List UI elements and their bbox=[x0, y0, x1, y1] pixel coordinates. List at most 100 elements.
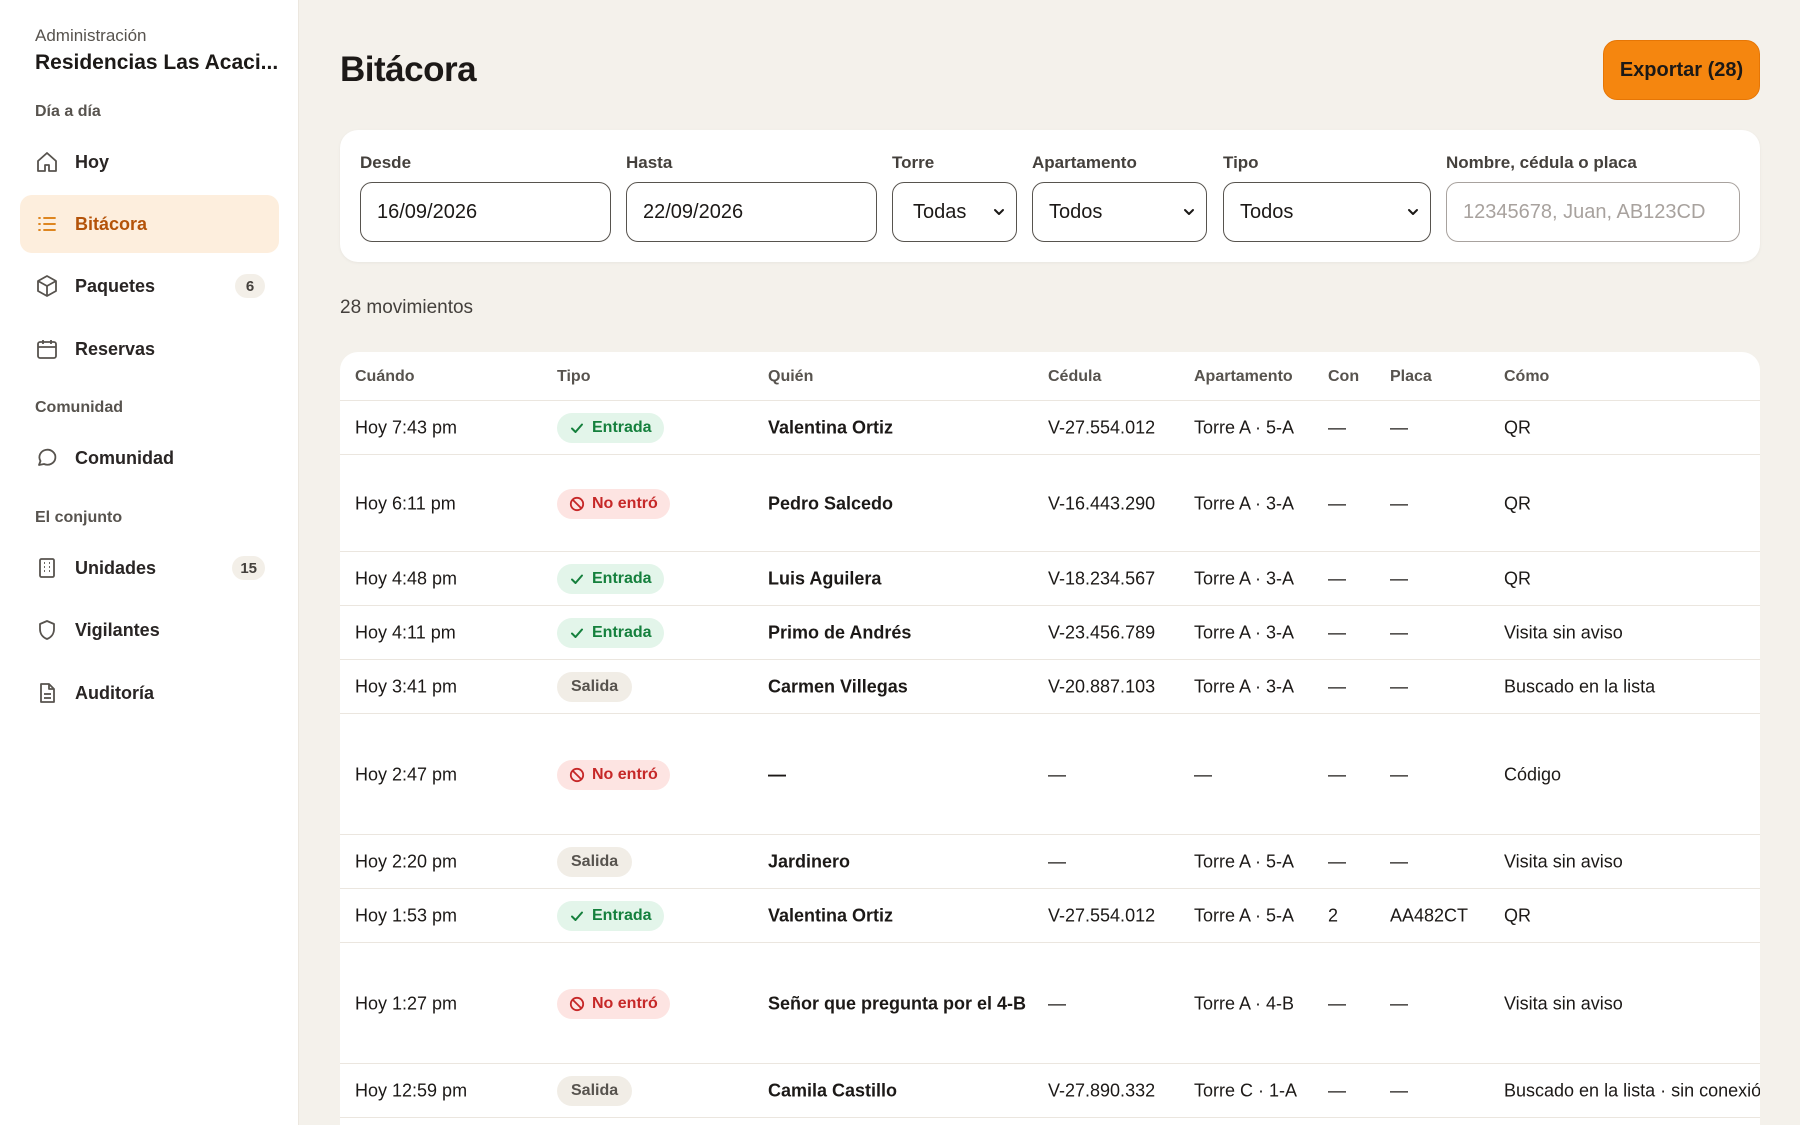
quien-cell: Luis Aguilera bbox=[768, 568, 882, 589]
tipo-badge: Entrada bbox=[557, 618, 664, 648]
results-count: 28 movimientos bbox=[340, 297, 474, 318]
prohibited-icon bbox=[569, 996, 585, 1011]
como-cell: QR bbox=[1504, 905, 1531, 926]
tipo-badge-label: Salida bbox=[571, 1082, 619, 1099]
chevron-down-icon bbox=[992, 205, 1006, 219]
column-header: Quién bbox=[768, 368, 814, 385]
busqueda-input[interactable]: 12345678, Juan, AB123CD bbox=[1446, 182, 1740, 242]
chevron-down-icon bbox=[1406, 205, 1420, 219]
como-cell: QR bbox=[1504, 417, 1531, 438]
con-cell: — bbox=[1328, 417, 1346, 438]
placa-cell: — bbox=[1390, 993, 1408, 1013]
tipo-badge-label: Entrada bbox=[592, 570, 652, 587]
busqueda-label: Nombre, cédula o placa bbox=[1446, 153, 1637, 172]
home-icon bbox=[35, 150, 59, 174]
table-row[interactable]: Hoy 2:47 pm — — — — — Código No entró bbox=[340, 714, 1760, 835]
torre-select[interactable]: Todas bbox=[892, 182, 1017, 242]
org-name[interactable]: Residencias Las Acaci... bbox=[35, 51, 278, 75]
export-button[interactable]: Exportar (28) bbox=[1603, 40, 1760, 100]
sidebar-item-hoy[interactable]: Hoy bbox=[20, 133, 279, 191]
desde-date-input[interactable]: 16/09/2026 bbox=[360, 182, 611, 242]
sidebar-item-auditoria[interactable]: Auditoría bbox=[20, 664, 279, 722]
sidebar-item-paquetes[interactable]: Paquetes 6 bbox=[20, 257, 279, 315]
cedula-cell: — bbox=[1048, 851, 1066, 872]
placa-cell: — bbox=[1390, 764, 1408, 784]
hasta-date-input[interactable]: 22/09/2026 bbox=[626, 182, 877, 242]
tipo-label: Tipo bbox=[1223, 153, 1259, 172]
table-row[interactable]: Hoy 3:41 pm Carmen Villegas V-20.887.103 To… bbox=[340, 660, 1760, 714]
table-row[interactable]: Hoy 1:27 pm Señor que pregunta por el 4-B… bbox=[340, 943, 1760, 1064]
con-cell: — bbox=[1328, 764, 1346, 784]
tipo-badge-label: Entrada bbox=[592, 419, 652, 436]
apartamento-select[interactable]: Todos bbox=[1032, 182, 1207, 242]
sidebar-item-label: Comunidad bbox=[75, 447, 174, 468]
sidebar-item-bitacora[interactable]: Bitácora bbox=[20, 195, 279, 253]
desde-label: Desde bbox=[360, 153, 412, 172]
prohibited-icon bbox=[569, 767, 585, 782]
quien-cell: Jardinero bbox=[768, 851, 851, 872]
table-row[interactable]: Hoy 1:53 pm Valentina Ortiz V-27.554.012 To… bbox=[340, 889, 1760, 943]
table-row[interactable]: Hoy 4:48 pm Luis Aguilera V-18.234.567 Torr… bbox=[340, 552, 1760, 606]
quien-cell: Señor que pregunta por el 4-B bbox=[768, 993, 1027, 1013]
como-cell: Visita sin aviso bbox=[1504, 622, 1623, 643]
como-cell: Código bbox=[1504, 764, 1562, 784]
count-badge: 15 bbox=[232, 556, 265, 580]
apartamento-cell: Torre A · 4-B bbox=[1194, 993, 1295, 1013]
tipo-badge-label: Salida bbox=[571, 853, 619, 870]
sidebar-item-label: Hoy bbox=[75, 151, 110, 172]
sidebar-item-label: Auditoría bbox=[75, 682, 154, 703]
check-icon bbox=[571, 911, 583, 921]
table-row[interactable]: Hoy 7:43 pm Valentina Ortiz V-27.554.012 To… bbox=[340, 401, 1760, 455]
apartamento-cell: Torre A · 3-A bbox=[1194, 493, 1295, 513]
apartamento-cell: Torre A · 5-A bbox=[1194, 905, 1295, 926]
apartamento-cell: Torre A · 5-A bbox=[1194, 851, 1295, 872]
apartamento-value: Todos bbox=[1049, 200, 1103, 223]
table-row[interactable]: Hoy 2:20 pm Jardinero — Torre A · 5-A — — Visi… bbox=[340, 835, 1760, 889]
sidebar-item-label: Bitácora bbox=[75, 213, 148, 234]
placa-cell: — bbox=[1390, 1080, 1408, 1101]
sidebar-item-comunidad[interactable]: Comunidad bbox=[20, 429, 279, 487]
section-dia-a-dia: Día a día bbox=[35, 103, 101, 120]
table-row[interactable]: Hoy 4:11 pm Primo de Andrés V-23.456.789 To… bbox=[340, 606, 1760, 660]
tipo-badge: Salida bbox=[557, 1076, 633, 1106]
sidebar-item-unidades[interactable]: Unidades 15 bbox=[20, 539, 279, 597]
como-cell: QR bbox=[1504, 493, 1531, 513]
como-cell: Visita sin aviso bbox=[1504, 993, 1623, 1013]
torre-value: Todas bbox=[913, 200, 967, 223]
cedula-cell: V-27.890.332 bbox=[1048, 1080, 1156, 1101]
section-comunidad: Comunidad bbox=[35, 399, 123, 416]
con-cell: — bbox=[1328, 493, 1346, 513]
apartamento-cell: Torre C · 1-A bbox=[1194, 1080, 1298, 1101]
placa-cell: — bbox=[1390, 568, 1408, 589]
tipo-badge: No entró bbox=[557, 759, 670, 790]
busqueda-placeholder: 12345678, Juan, AB123CD bbox=[1463, 200, 1706, 223]
check-icon bbox=[571, 628, 583, 638]
check-icon bbox=[571, 423, 583, 433]
apartamento-cell: Torre A · 3-A bbox=[1194, 622, 1295, 643]
table-row[interactable]: Hoy 6:11 pm Pedro Salcedo V-16.443.290 Torr… bbox=[340, 455, 1760, 552]
quien-cell: Valentina Ortiz bbox=[768, 905, 894, 926]
column-header: Apartamento bbox=[1194, 368, 1293, 385]
sidebar-item-reservas[interactable]: Reservas bbox=[20, 320, 279, 378]
placa-cell: — bbox=[1390, 493, 1408, 513]
org-label: Administración bbox=[35, 26, 147, 45]
section-el-conjunto: El conjunto bbox=[35, 509, 123, 526]
tipo-badge: Entrada bbox=[557, 413, 664, 443]
con-cell: 2 bbox=[1328, 905, 1339, 926]
tipo-badge: Entrada bbox=[557, 564, 664, 594]
cuando-cell: Hoy 12:59 pm bbox=[355, 1080, 468, 1101]
calendar-icon bbox=[35, 337, 59, 361]
con-cell: — bbox=[1328, 851, 1346, 872]
tipo-badge: Entrada bbox=[557, 901, 664, 931]
quien-cell: — bbox=[768, 764, 786, 784]
cedula-cell: V-23.456.789 bbox=[1048, 622, 1156, 643]
placa-cell: — bbox=[1390, 676, 1408, 697]
tipo-badge-label: No entró bbox=[592, 494, 658, 512]
table-row[interactable]: Hoy 12:59 pm Camila Castillo V-27.890.332 T… bbox=[340, 1064, 1760, 1118]
sidebar-item-vigilantes[interactable]: Vigilantes bbox=[20, 601, 279, 659]
quien-cell: Primo de Andrés bbox=[768, 622, 912, 643]
tipo-select[interactable]: Todos bbox=[1223, 182, 1431, 242]
page-title: Bitácora bbox=[340, 50, 477, 89]
column-header: Tipo bbox=[557, 368, 591, 385]
package-icon bbox=[35, 274, 59, 298]
